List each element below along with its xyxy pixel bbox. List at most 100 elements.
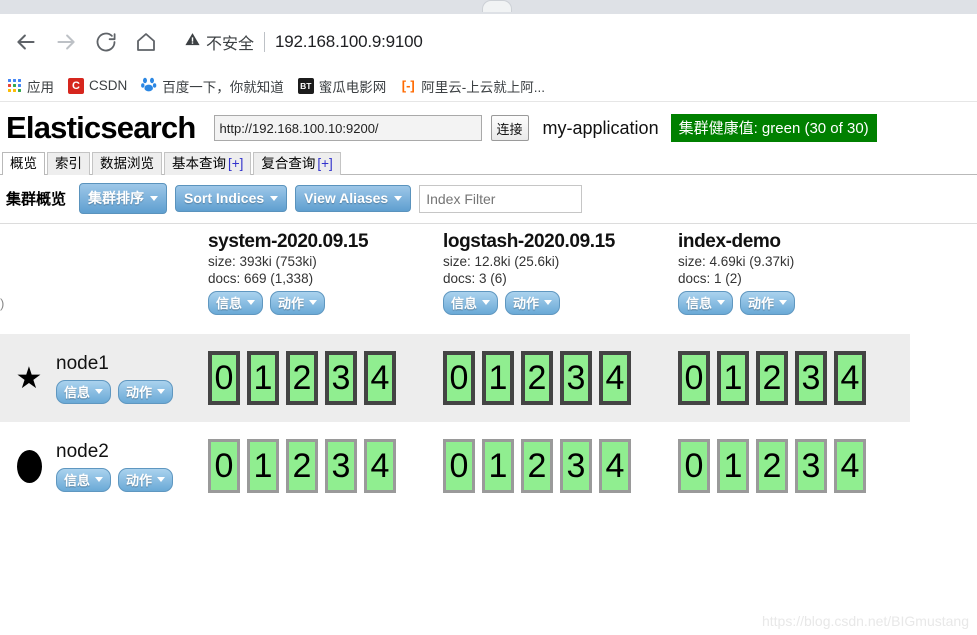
- tab-label: 概览: [10, 156, 37, 171]
- index-docs: docs: 3 (6): [443, 271, 507, 286]
- shard-box[interactable]: 4: [599, 351, 631, 405]
- bookmark-baidu[interactable]: 百度一下，你就知道: [141, 76, 284, 96]
- bookmarks-bar: 应用 C CSDN 百度一下，你就知道 BT 蜜瓜电影网 [-] 阿里云-上云就…: [0, 70, 977, 102]
- shard-box[interactable]: 2: [521, 439, 553, 493]
- table-row: ★ node1 信息 动作 0 1 2 3 4 0 1 2 3 4 0 1 2 …: [0, 334, 977, 422]
- chevron-down-icon: [270, 195, 279, 201]
- index-info-button[interactable]: 信息: [208, 291, 264, 315]
- bookmark-label: 阿里云-上云就上阿...: [421, 79, 546, 95]
- shard-box[interactable]: 4: [364, 351, 396, 405]
- tab-data-browse[interactable]: 数据浏览: [92, 152, 162, 175]
- shard-box[interactable]: 1: [717, 439, 749, 493]
- node-info-button[interactable]: 信息: [56, 468, 112, 492]
- app-tabs: 概览 索引 数据浏览 基本查询 [+] 复合查询 [+]: [0, 150, 977, 175]
- chevron-down-icon: [150, 195, 159, 201]
- tab-plus-label[interactable]: [+]: [317, 156, 332, 171]
- index-filter-input[interactable]: [419, 184, 583, 213]
- bookmark-label: 蜜瓜电影网: [318, 79, 387, 95]
- pill-label: 动作: [278, 296, 305, 311]
- shard-box[interactable]: 1: [247, 351, 279, 405]
- pill-label: 动作: [126, 385, 153, 400]
- index-size: size: 4.69ki (9.37ki): [678, 254, 795, 269]
- shard-box[interactable]: 0: [443, 351, 475, 405]
- tab-indices[interactable]: 索引: [47, 152, 90, 175]
- bookmark-aliyun[interactable]: [-] 阿里云-上云就上阿...: [400, 76, 545, 96]
- index-action-button[interactable]: 动作: [740, 291, 796, 315]
- index-info-button[interactable]: 信息: [678, 291, 734, 315]
- shard-box[interactable]: 2: [286, 439, 318, 493]
- index-action-button[interactable]: 动作: [505, 291, 561, 315]
- reload-button[interactable]: [86, 22, 126, 62]
- watermark-text: https://blog.csdn.net/BIGmustang: [761, 613, 969, 629]
- security-indicator[interactable]: 不安全: [184, 30, 254, 54]
- shard-box[interactable]: 1: [482, 439, 514, 493]
- chevron-down-icon: [247, 300, 256, 305]
- tab-overview[interactable]: 概览: [2, 152, 45, 175]
- bookmark-apps[interactable]: 应用: [8, 76, 54, 96]
- view-aliases-button[interactable]: View Aliases: [295, 185, 412, 212]
- shard-box[interactable]: 3: [560, 439, 592, 493]
- tab-composite-query[interactable]: 复合查询 [+]: [253, 152, 341, 175]
- node-actions: 信息 动作: [56, 380, 180, 404]
- node-action-button[interactable]: 动作: [118, 468, 174, 492]
- shard-box[interactable]: 3: [325, 439, 357, 493]
- pill-label: 信息: [64, 473, 91, 488]
- index-name[interactable]: index-demo: [678, 230, 910, 253]
- url-text: 192.168.100.9:9100: [275, 32, 423, 51]
- index-docs: docs: 1 (2): [678, 271, 742, 286]
- node-name: node1: [56, 353, 109, 374]
- node-actions: 信息 动作: [56, 468, 180, 492]
- shard-box[interactable]: 3: [795, 351, 827, 405]
- node-action-button[interactable]: 动作: [118, 380, 174, 404]
- shard-box[interactable]: 4: [834, 351, 866, 405]
- chevron-down-icon: [779, 300, 788, 305]
- pill-label: 动作: [513, 296, 540, 311]
- shard-box[interactable]: 0: [208, 351, 240, 405]
- shard-box[interactable]: 0: [208, 439, 240, 493]
- sort-indices-button[interactable]: Sort Indices: [175, 185, 288, 212]
- shard-box[interactable]: 1: [482, 351, 514, 405]
- node-info-button[interactable]: 信息: [56, 380, 112, 404]
- index-name[interactable]: system-2020.09.15: [208, 230, 440, 253]
- shard-box[interactable]: 2: [286, 351, 318, 405]
- star-icon: ★: [15, 361, 43, 395]
- reload-icon: [94, 30, 118, 54]
- pill-label: 信息: [216, 296, 243, 311]
- browser-tab-partial[interactable]: [482, 0, 512, 12]
- bookmark-bt[interactable]: BT 蜜瓜电影网: [297, 76, 387, 96]
- index-name[interactable]: logstash-2020.09.15: [443, 230, 675, 253]
- shard-box[interactable]: 2: [756, 439, 788, 493]
- index-action-button[interactable]: 动作: [270, 291, 326, 315]
- shard-box[interactable]: 3: [560, 351, 592, 405]
- sort-cluster-button[interactable]: 集群排序: [79, 183, 168, 214]
- home-button[interactable]: [126, 22, 166, 62]
- cluster-url-input[interactable]: [213, 115, 482, 141]
- shard-box[interactable]: 1: [247, 439, 279, 493]
- chevron-down-icon: [544, 300, 553, 305]
- pill-label: 动作: [126, 473, 153, 488]
- shard-box[interactable]: 4: [364, 439, 396, 493]
- shard-box[interactable]: 3: [325, 351, 357, 405]
- shard-cell-system: 0 1 2 3 4: [205, 439, 440, 493]
- tab-plus-label[interactable]: [+]: [228, 156, 243, 171]
- bt-icon: BT: [297, 77, 314, 94]
- bookmark-csdn[interactable]: C CSDN: [68, 77, 127, 94]
- back-button[interactable]: [6, 22, 46, 62]
- index-info-button[interactable]: 信息: [443, 291, 499, 315]
- forward-button[interactable]: [46, 22, 86, 62]
- tab-basic-query[interactable]: 基本查询 [+]: [164, 152, 252, 175]
- shard-box[interactable]: 0: [678, 351, 710, 405]
- shard-box[interactable]: 3: [795, 439, 827, 493]
- shard-box[interactable]: 1: [717, 351, 749, 405]
- shard-box[interactable]: 4: [599, 439, 631, 493]
- shard-box[interactable]: 0: [443, 439, 475, 493]
- shard-box[interactable]: 2: [756, 351, 788, 405]
- clipped-text: ): [0, 296, 5, 311]
- browser-toolbar: 不安全 192.168.100.9:9100: [0, 14, 977, 70]
- shard-box[interactable]: 4: [834, 439, 866, 493]
- index-actions: 信息 动作: [208, 291, 440, 315]
- shard-box[interactable]: 2: [521, 351, 553, 405]
- shard-box[interactable]: 0: [678, 439, 710, 493]
- connect-button[interactable]: 连接: [490, 115, 529, 141]
- address-bar[interactable]: 不安全 192.168.100.9:9100: [174, 26, 971, 58]
